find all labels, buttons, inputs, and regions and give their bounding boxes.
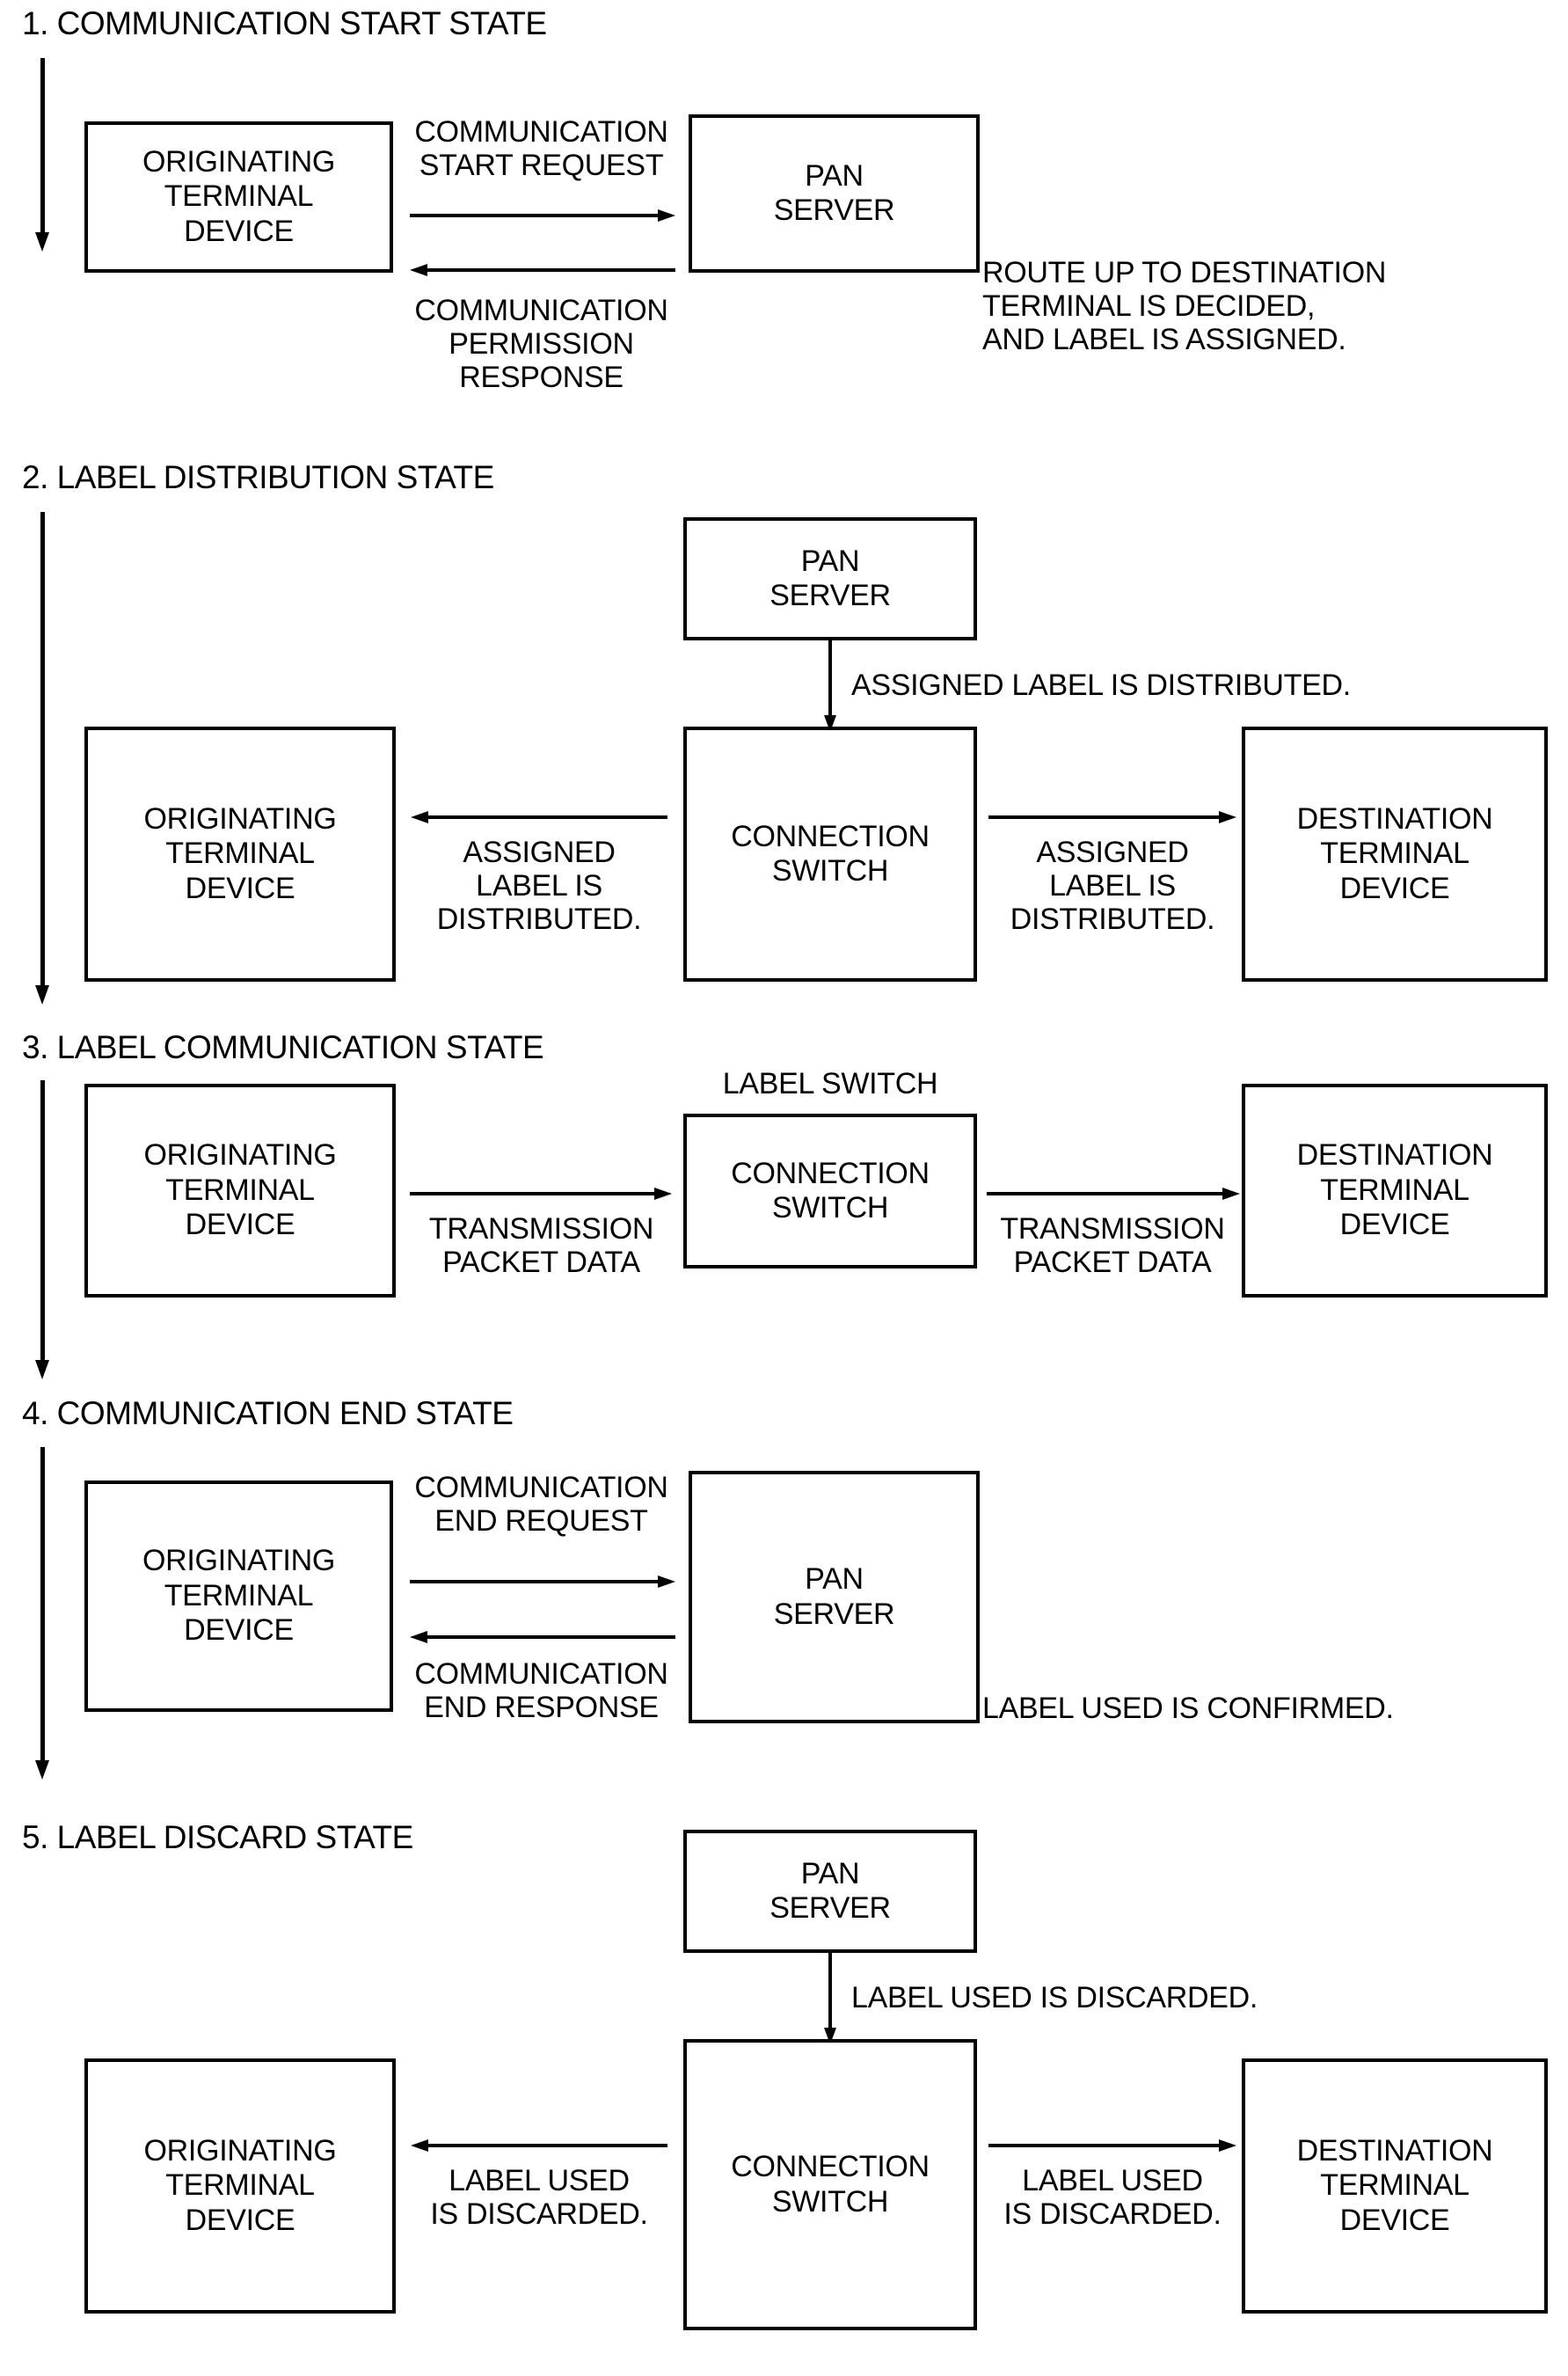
node-connection-switch-5: CONNECTION SWITCH [683, 2039, 977, 2330]
arrow-connection-switch-to-originating-5 [411, 2139, 667, 2152]
arrow-shaft [410, 1580, 661, 1583]
arrow-label-transmission-packet-data-right: TRANSMISSION PACKET DATA [1000, 1212, 1225, 1280]
arrow-label-label-used-discarded-left: LABEL USED IS DISCARDED. [430, 2164, 648, 2232]
arrow-head [654, 1188, 672, 1200]
arrow-shaft [425, 815, 667, 819]
node-originating-terminal-device-2: ORIGINATING TERMINAL DEVICE [84, 727, 396, 982]
arrow-shaft [828, 640, 832, 716]
arrow-shaft [988, 815, 1222, 819]
arrow-shaft [410, 214, 661, 217]
node-label: PAN SERVER [769, 1856, 891, 1925]
section-heading-label-distribution-state: 2. LABEL DISTRIBUTION STATE [22, 459, 494, 495]
node-originating-terminal-device-4: ORIGINATING TERMINAL DEVICE [84, 1480, 393, 1712]
section-heading-label-discard-state: 5. LABEL DISCARD STATE [22, 1819, 413, 1855]
arrow-shaft [424, 268, 675, 272]
arrow-head [1222, 1188, 1240, 1200]
arrow-shaft [828, 1953, 832, 2029]
node-originating-terminal-device-3: ORIGINATING TERMINAL DEVICE [84, 1084, 396, 1298]
arrow-label-communication-end-request: COMMUNICATION END REQUEST [414, 1471, 668, 1539]
note-route-decided-label-assigned: ROUTE UP TO DESTINATION TERMINAL IS DECI… [982, 256, 1387, 357]
node-label: DESTINATION TERMINAL DEVICE [1296, 801, 1493, 905]
node-connection-switch-3: CONNECTION SWITCH [683, 1114, 977, 1268]
node-destination-terminal-device-3: DESTINATION TERMINAL DEVICE [1242, 1084, 1548, 1298]
arrow-head [411, 2139, 428, 2152]
flow-arrow-step-1 [35, 58, 49, 252]
patent-figure-canvas: 1. COMMUNICATION START STATE ORIGINATING… [0, 0, 1568, 2376]
node-pan-server-1: PAN SERVER [689, 114, 980, 273]
arrow-label-communication-permission-response: COMMUNICATION PERMISSION RESPONSE [414, 294, 668, 395]
flow-arrow-head [35, 985, 49, 1005]
flow-arrow-step-4 [35, 1447, 49, 1780]
flow-arrow-shaft [40, 58, 45, 234]
arrow-label-communication-start-request: COMMUNICATION START REQUEST [414, 115, 668, 183]
arrow-shaft [410, 1192, 658, 1195]
flow-arrow-step-3 [35, 1080, 49, 1379]
section-heading-label-communication-state: 3. LABEL COMMUNICATION STATE [22, 1029, 544, 1065]
caption-label-switch: LABEL SWITCH [722, 1067, 938, 1100]
arrow-head [658, 209, 675, 222]
flow-arrow-head [35, 1760, 49, 1780]
flow-arrow-step-2 [35, 512, 49, 1005]
node-pan-server-4: PAN SERVER [689, 1471, 980, 1723]
arrow-head [411, 811, 428, 823]
node-originating-terminal-device-5: ORIGINATING TERMINAL DEVICE [84, 2058, 396, 2314]
node-label: PAN SERVER [773, 1562, 895, 1631]
node-label: ORIGINATING TERMINAL DEVICE [142, 1544, 335, 1648]
arrow-pan-server-to-originating-1 [410, 264, 675, 276]
arrow-shaft [987, 1192, 1226, 1195]
arrow-label-label-used-discarded-right: LABEL USED IS DISCARDED. [1003, 2164, 1222, 2232]
node-originating-terminal-device-1: ORIGINATING TERMINAL DEVICE [84, 121, 393, 273]
arrow-label-transmission-packet-data-left: TRANSMISSION PACKET DATA [428, 1212, 654, 1280]
arrow-pan-server-to-originating-4 [410, 1631, 675, 1643]
arrow-head [410, 1631, 427, 1643]
arrow-originating-to-pan-server-4 [410, 1575, 675, 1588]
flow-arrow-head [35, 1360, 49, 1379]
node-pan-server-2: PAN SERVER [683, 517, 977, 640]
arrow-label-assigned-label-distributed-down: ASSIGNED LABEL IS DISTRIBUTED. [851, 669, 1351, 702]
arrow-label-assigned-label-distributed-right: ASSIGNED LABEL IS DISTRIBUTED. [1010, 836, 1215, 937]
arrow-connection-switch-to-destination-3 [987, 1188, 1240, 1200]
flow-arrow-shaft [40, 1447, 45, 1762]
arrow-shaft [988, 2144, 1222, 2147]
arrow-connection-switch-to-originating-2 [411, 811, 667, 823]
note-label-used-is-confirmed: LABEL USED IS CONFIRMED. [982, 1692, 1394, 1725]
arrow-label-communication-end-response: COMMUNICATION END RESPONSE [414, 1657, 668, 1725]
arrow-label-label-used-discarded-down: LABEL USED IS DISCARDED. [851, 1981, 1258, 2014]
node-label: PAN SERVER [769, 544, 891, 612]
arrow-shaft [424, 1635, 675, 1639]
arrow-head [1219, 811, 1236, 823]
arrow-pan-server-to-connection-switch-5 [824, 1953, 836, 2044]
arrow-connection-switch-to-destination-2 [988, 811, 1236, 823]
node-label: CONNECTION SWITCH [731, 2150, 930, 2219]
arrow-label-assigned-label-distributed-left: ASSIGNED LABEL IS DISTRIBUTED. [436, 836, 642, 937]
flow-arrow-head [35, 232, 49, 252]
node-connection-switch-2: CONNECTION SWITCH [683, 727, 977, 982]
node-destination-terminal-device-2: DESTINATION TERMINAL DEVICE [1242, 727, 1548, 982]
arrow-originating-to-connection-switch-3 [410, 1188, 672, 1200]
node-label: ORIGINATING TERMINAL DEVICE [143, 2133, 337, 2237]
node-label: PAN SERVER [773, 158, 895, 227]
node-destination-terminal-device-5: DESTINATION TERMINAL DEVICE [1242, 2058, 1548, 2314]
node-label: ORIGINATING TERMINAL DEVICE [142, 144, 335, 248]
section-heading-communication-end-state: 4. COMMUNICATION END STATE [22, 1395, 514, 1431]
flow-arrow-shaft [40, 1080, 45, 1362]
node-label: ORIGINATING TERMINAL DEVICE [143, 1138, 337, 1242]
node-pan-server-5: PAN SERVER [683, 1830, 977, 1953]
arrow-head [410, 264, 427, 276]
arrow-pan-server-to-connection-switch-2 [824, 640, 836, 732]
arrow-shaft [425, 2144, 667, 2147]
node-label: CONNECTION SWITCH [731, 819, 930, 888]
node-label: ORIGINATING TERMINAL DEVICE [143, 801, 337, 905]
arrow-connection-switch-to-destination-5 [988, 2139, 1236, 2152]
flow-arrow-shaft [40, 512, 45, 987]
section-heading-communication-start-state: 1. COMMUNICATION START STATE [22, 5, 547, 41]
node-label: DESTINATION TERMINAL DEVICE [1296, 2133, 1493, 2237]
node-label: CONNECTION SWITCH [731, 1156, 930, 1225]
arrow-head [1219, 2139, 1236, 2152]
arrow-head [658, 1575, 675, 1588]
arrow-originating-to-pan-server-1 [410, 209, 675, 222]
node-label: DESTINATION TERMINAL DEVICE [1296, 1138, 1493, 1242]
